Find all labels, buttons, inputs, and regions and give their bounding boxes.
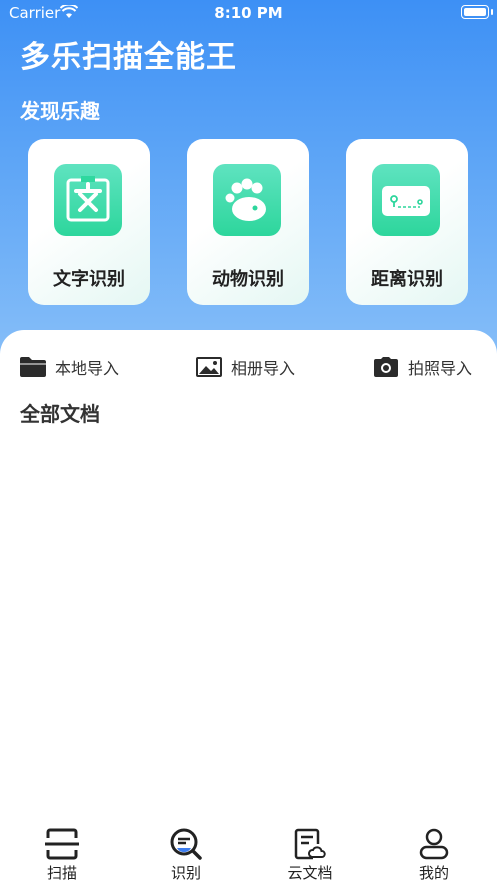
- tab-profile-label: 我的: [418, 864, 449, 882]
- paw-icon: [213, 164, 281, 236]
- folder-icon: [20, 357, 46, 377]
- text-recognition-card[interactable]: 文字识别: [28, 139, 150, 305]
- status-time: 8:10 PM: [214, 4, 283, 22]
- album-import-label: 相册导入: [231, 359, 296, 378]
- text-recognition-label: 文字识别: [53, 269, 125, 290]
- camera-icon: [374, 357, 398, 377]
- battery-icon: [461, 5, 493, 19]
- tab-recognize-label: 识别: [170, 864, 201, 882]
- camera-import-label: 拍照导入: [408, 359, 473, 378]
- local-import-button[interactable]: 本地导入: [19, 355, 119, 379]
- all-documents-title: 全部文档: [20, 402, 100, 426]
- status-bar: Carrier 8:10 PM: [0, 0, 497, 26]
- camera-import-button[interactable]: 拍照导入: [372, 355, 472, 379]
- app-title: 多乐扫描全能王: [20, 40, 237, 75]
- animal-recognition-label: 动物识别: [212, 269, 284, 290]
- album-import-button[interactable]: 相册导入: [195, 355, 295, 379]
- tab-scan[interactable]: 扫描: [22, 826, 102, 883]
- tab-cloud-docs[interactable]: 云文档: [270, 826, 350, 883]
- fun-section-title: 发现乐趣: [20, 99, 100, 123]
- ruler-card-icon: [372, 164, 440, 236]
- text-recognition-icon: [54, 164, 122, 236]
- distance-recognition-card[interactable]: 距离识别: [346, 139, 468, 305]
- tab-cloud-docs-label: 云文档: [287, 864, 333, 882]
- tab-scan-label: 扫描: [46, 864, 77, 882]
- distance-recognition-label: 距离识别: [371, 269, 443, 290]
- animal-recognition-card[interactable]: 动物识别: [187, 139, 309, 305]
- cloud-doc-icon: [270, 826, 350, 862]
- local-import-label: 本地导入: [55, 359, 120, 378]
- image-icon: [196, 357, 222, 377]
- tab-recognize[interactable]: 识别: [146, 826, 226, 883]
- scan-icon: [22, 826, 102, 862]
- recognize-icon: [146, 826, 226, 862]
- tab-profile[interactable]: 我的: [394, 826, 474, 883]
- profile-icon: [394, 826, 474, 862]
